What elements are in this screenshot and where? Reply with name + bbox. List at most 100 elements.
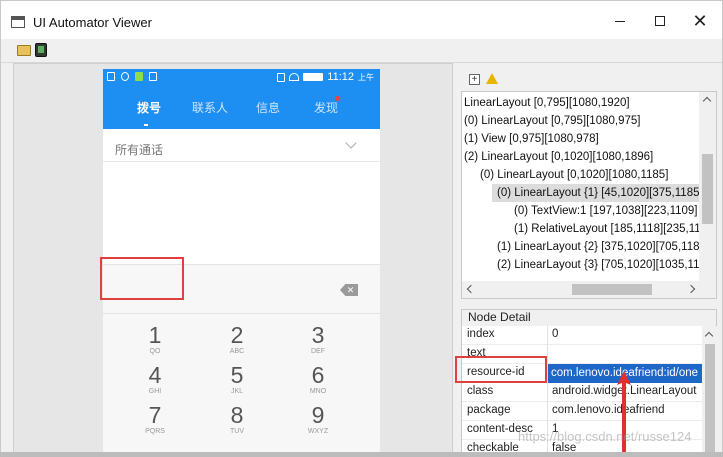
- backspace-icon[interactable]: ✕: [340, 284, 358, 296]
- notification-icon: [149, 72, 157, 81]
- divider: [547, 402, 548, 421]
- scrollbar-thumb[interactable]: [702, 154, 713, 224]
- chevron-down-icon[interactable]: [345, 137, 357, 149]
- window-title: UI Automator Viewer: [33, 15, 152, 30]
- key-letters: ABC: [229, 348, 245, 355]
- key-digit: 8: [230, 402, 244, 428]
- key-digit: 9: [311, 402, 325, 428]
- phone-tab-bar: 拨号 联系人 信息 发现: [103, 87, 380, 129]
- dial-key-5[interactable]: 5 JKL: [197, 363, 277, 396]
- key-letters: WXYZ: [307, 428, 329, 435]
- scrollbar-thumb[interactable]: [572, 284, 652, 295]
- tab-messages[interactable]: 信息: [256, 99, 280, 116]
- divider: [547, 345, 548, 364]
- tree-node[interactable]: (2) LinearLayout {3} [705,1020][1035,11: [497, 256, 699, 274]
- scrollbar-thumb[interactable]: [705, 344, 715, 456]
- minimize-button-alt[interactable]: [598, 6, 642, 36]
- notification-icon: [107, 72, 115, 81]
- tab-badge: [335, 96, 340, 101]
- tree-toolbar: +: [461, 69, 721, 89]
- tree-node[interactable]: (1) RelativeLayout [185,1118][235,11: [514, 220, 701, 238]
- dial-key-2[interactable]: 2 ABC: [197, 323, 277, 356]
- screenshot-pane: 11:12 上午 拨号 联系人 信息 发现 所有通话 ✕ 1 QO 2 ABC …: [13, 63, 453, 456]
- voicemail-icon: QO: [149, 348, 161, 355]
- scroll-up-icon[interactable]: [702, 96, 712, 106]
- inspector-pane: + LinearLayout [0,795][1080,1920] (0) Li…: [456, 63, 722, 456]
- detail-vertical-scrollbar[interactable]: [702, 326, 718, 456]
- device-screenshot-icon[interactable]: [35, 43, 47, 57]
- tree-node[interactable]: (0) LinearLayout [0,795][1080,975]: [464, 112, 640, 130]
- detail-row[interactable]: class android.widget.LinearLayout: [462, 383, 702, 402]
- scroll-up-icon[interactable]: [704, 331, 714, 341]
- tree-node[interactable]: (2) LinearLayout [0,1020][1080,1896]: [464, 148, 653, 166]
- divider: [547, 326, 548, 345]
- notification-icon: [121, 72, 129, 81]
- status-time: 11:12: [327, 71, 354, 83]
- dial-key-3[interactable]: 3 DEF: [278, 323, 358, 356]
- detail-key: package: [467, 404, 511, 416]
- dial-key-4[interactable]: 4 GHI: [115, 363, 195, 396]
- toolbar: [1, 39, 722, 63]
- detail-row[interactable]: package com.lenovo.ideafriend: [462, 402, 702, 421]
- dial-key-8[interactable]: 8 TUV: [197, 403, 277, 436]
- key-letters: JKL: [230, 388, 244, 395]
- key-digit: 3: [311, 322, 325, 348]
- maximize-icon: [655, 16, 665, 26]
- scroll-left-icon[interactable]: [466, 284, 476, 294]
- app-window-icon: [11, 16, 25, 28]
- key-letters: DEF: [311, 348, 325, 355]
- tab-dialer[interactable]: 拨号: [137, 99, 161, 116]
- maximize-button[interactable]: [638, 6, 682, 36]
- app-window: UI Automator Viewer 11:12 上午 拨号 联系人 信息 发…: [0, 0, 723, 457]
- notification-icon: [135, 72, 143, 81]
- key-digit: 5: [230, 362, 244, 388]
- close-icon: ✕: [692, 11, 708, 31]
- phone-status-bar: 11:12 上午: [103, 69, 380, 87]
- minimize-icon: [615, 20, 625, 22]
- open-folder-icon[interactable]: [17, 45, 31, 56]
- dial-key-1[interactable]: 1 QO: [115, 323, 195, 356]
- tree-node[interactable]: (1) LinearLayout {2} [375,1020][705,118: [497, 238, 699, 256]
- detail-value[interactable]: 0: [552, 328, 702, 340]
- tree-node[interactable]: (0) LinearLayout [0,1020][1080,1185]: [480, 166, 668, 184]
- tree-node-selected[interactable]: (0) LinearLayout {1} [45,1020][375,1185]: [492, 184, 703, 202]
- red-arrow-annotation: [617, 371, 631, 457]
- warning-icon[interactable]: [486, 73, 498, 84]
- status-ampm: 上午: [358, 72, 374, 82]
- dial-key-6[interactable]: 6 MNO: [278, 363, 358, 396]
- key-digit: 4: [148, 362, 162, 388]
- divider: [103, 161, 380, 162]
- tree-node[interactable]: LinearLayout [0,795][1080,1920]: [464, 94, 630, 112]
- dial-key-7[interactable]: 7 PQRS: [115, 403, 195, 436]
- detail-row[interactable]: index 0: [462, 326, 702, 345]
- tree-node[interactable]: (1) View [0,975][1080,978]: [464, 130, 599, 148]
- detail-key: class: [467, 385, 494, 397]
- tab-contacts[interactable]: 联系人: [192, 99, 228, 116]
- wifi-icon: [289, 73, 300, 81]
- tab-indicator: [144, 124, 148, 126]
- node-detail-title: Node Detail: [468, 310, 531, 324]
- key-letters: MNO: [309, 388, 327, 395]
- dial-key-9[interactable]: 9 WXYZ: [278, 403, 358, 436]
- bottom-border: [0, 452, 723, 457]
- hierarchy-tree[interactable]: LinearLayout [0,795][1080,1920] (0) Line…: [461, 91, 717, 299]
- close-button[interactable]: ✕: [678, 6, 722, 36]
- scroll-right-icon[interactable]: [686, 284, 696, 294]
- battery-icon: [303, 73, 324, 81]
- key-1-highlight-box: [100, 257, 184, 300]
- key-letters: TUV: [230, 428, 244, 435]
- key-digit: 7: [148, 402, 162, 428]
- sim-icon: [277, 72, 286, 82]
- key-digit: 2: [230, 322, 244, 348]
- tab-discover[interactable]: 发现: [314, 99, 338, 116]
- tree-vertical-scrollbar[interactable]: [699, 92, 716, 282]
- key-letters: PQRS: [145, 428, 165, 435]
- watermark-text: https://blog.csdn.net/russe124: [518, 429, 692, 444]
- tree-horizontal-scrollbar[interactable]: [462, 281, 716, 298]
- expand-all-icon[interactable]: +: [469, 74, 480, 85]
- divider: [547, 383, 548, 402]
- key-digit: 1: [148, 322, 162, 348]
- key-digit: 6: [311, 362, 325, 388]
- call-filter-label[interactable]: 所有通话: [115, 141, 163, 158]
- tree-node[interactable]: (0) TextView:1 [197,1038][223,1109]: [514, 202, 698, 220]
